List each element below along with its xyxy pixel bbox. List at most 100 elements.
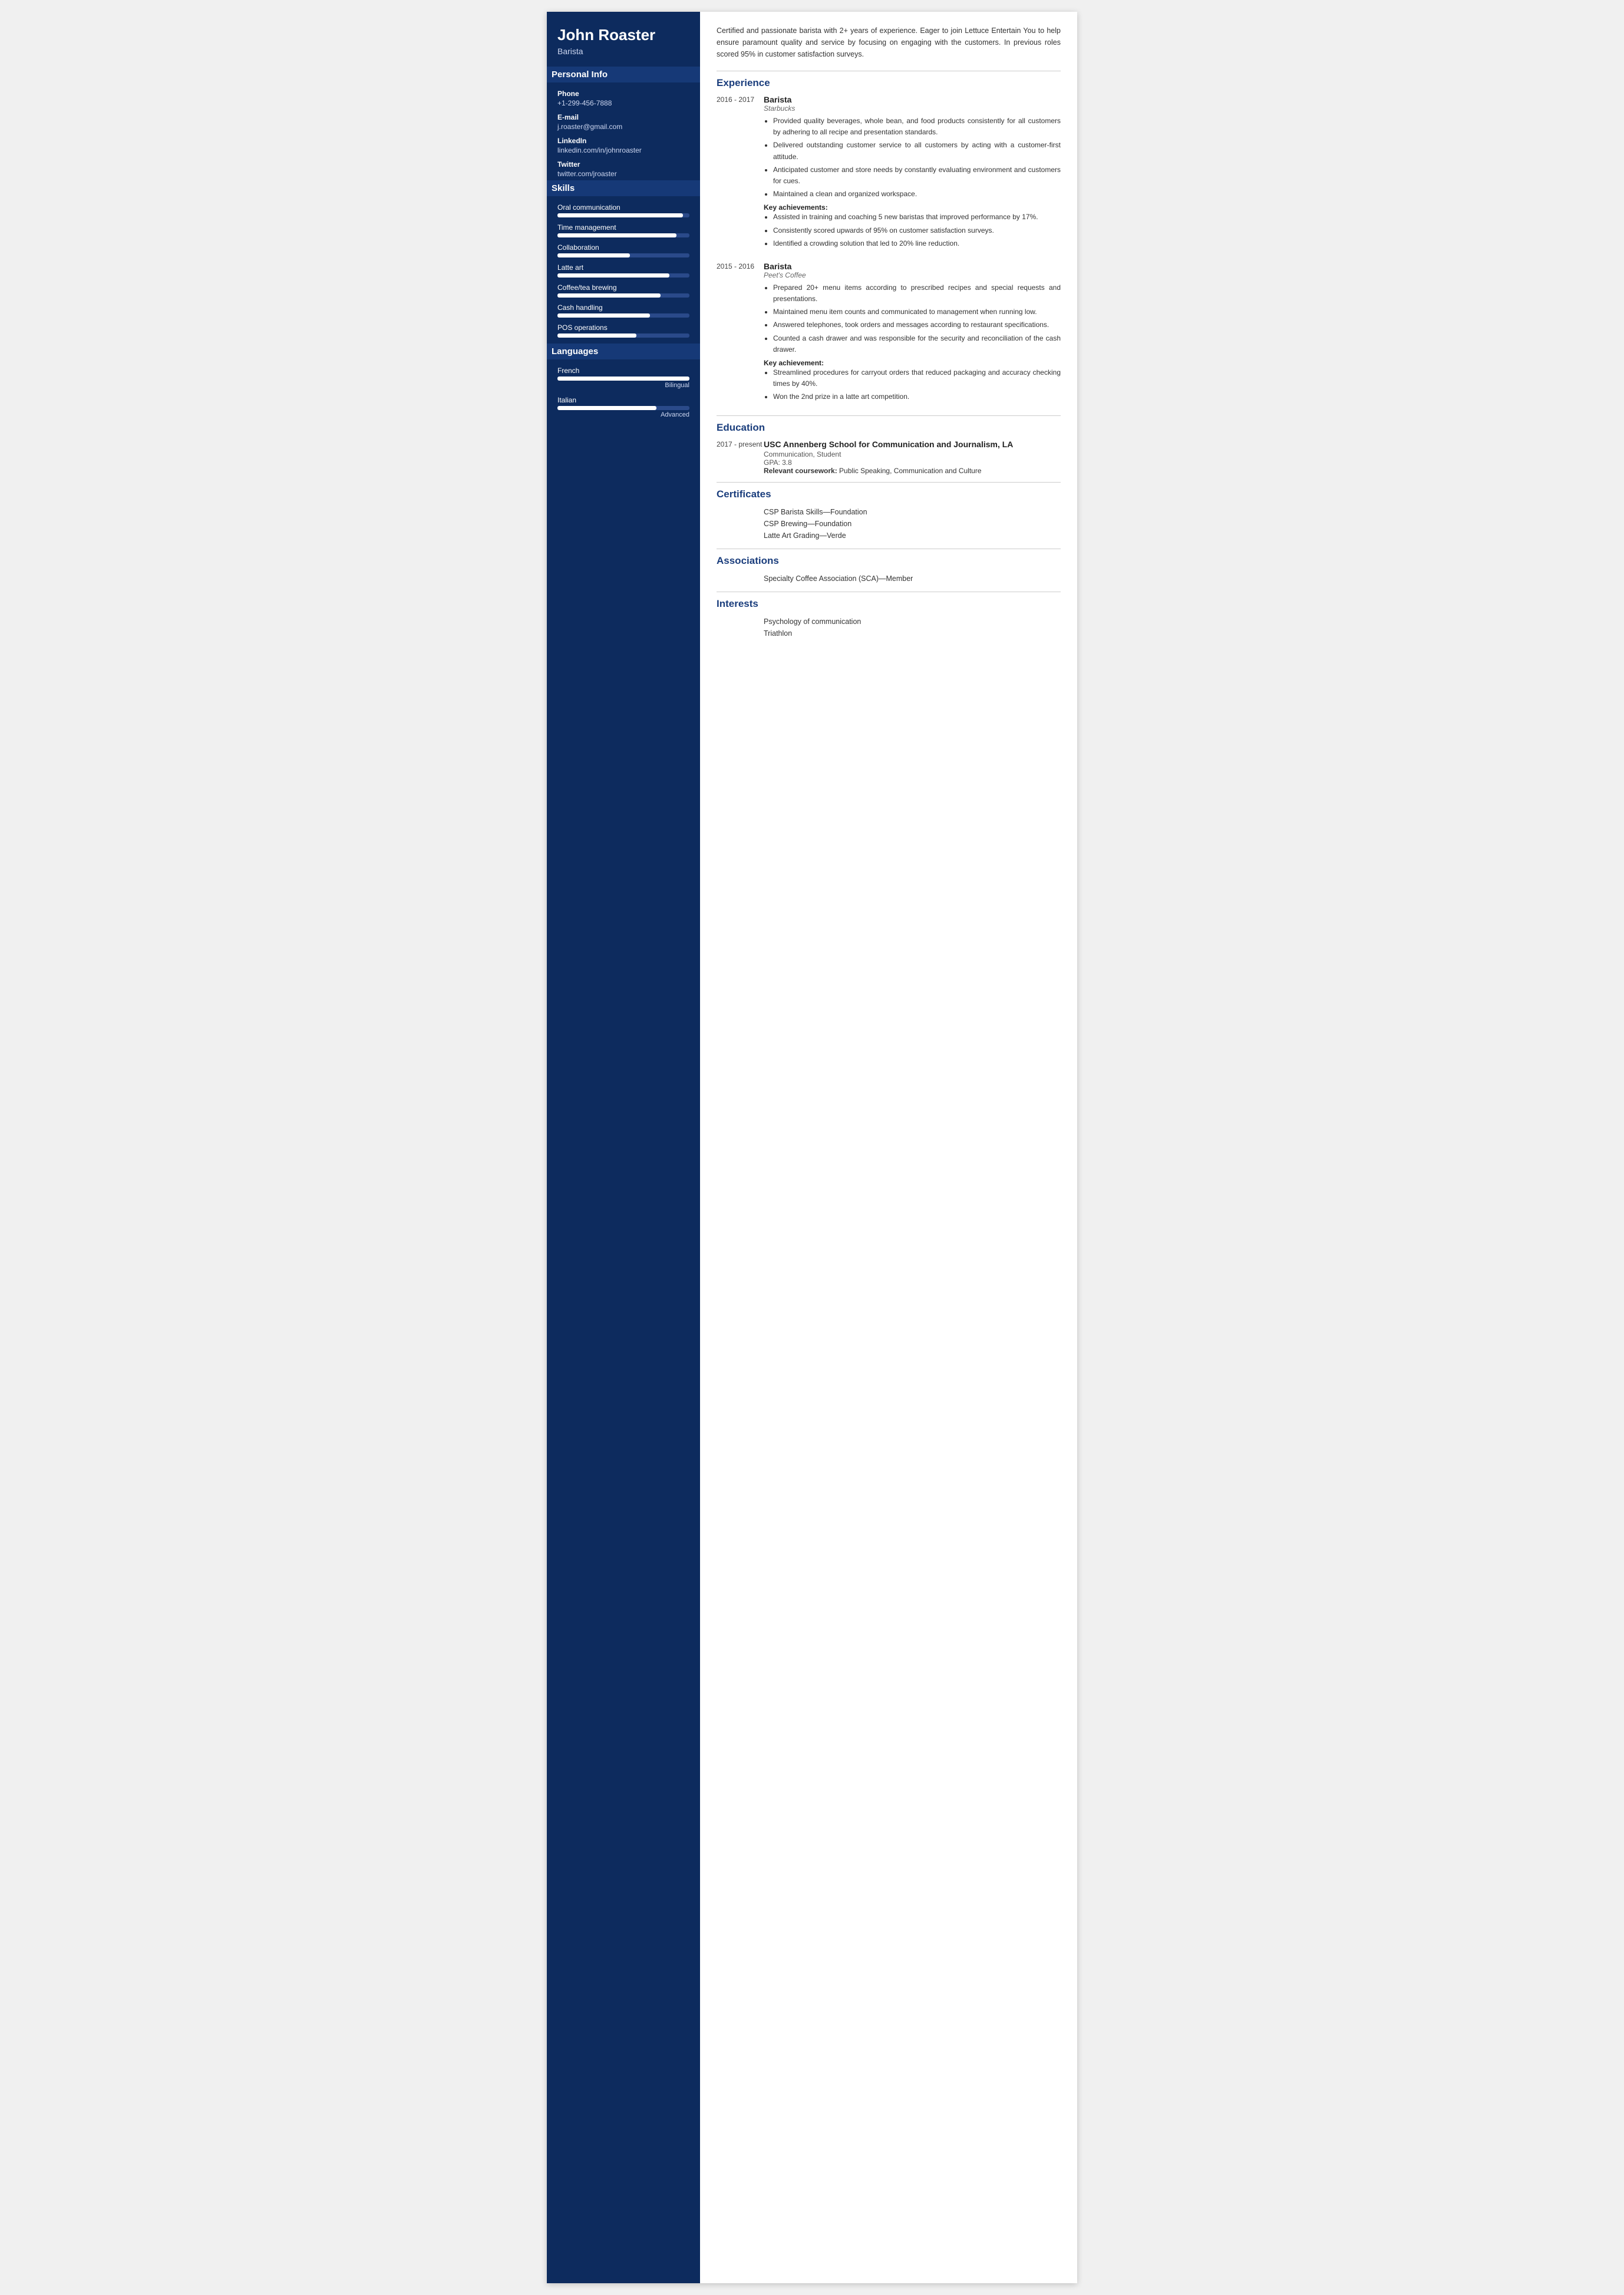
edu-degree: Communication, Student xyxy=(764,450,1061,458)
personal-info-section-title: Personal Info xyxy=(547,67,700,82)
skill-item: Coffee/tea brewing xyxy=(557,283,689,298)
edu-content: USC Annenberg School for Communication a… xyxy=(764,440,1061,475)
exp-dates: 2015 - 2016 xyxy=(717,262,764,405)
certificate-item: CSP Brewing—Foundation xyxy=(717,518,1061,530)
exp-bullet: Provided quality beverages, whole bean, … xyxy=(773,115,1061,138)
education-row: 2017 - present USC Annenberg School for … xyxy=(717,440,1061,475)
divider-education xyxy=(717,415,1061,416)
exp-achievement-title: Key achievements: xyxy=(764,203,1061,212)
exp-bullet: Prepared 20+ menu items according to pre… xyxy=(773,282,1061,305)
language-level: Bilingual xyxy=(557,382,689,389)
exp-bullets-list: Provided quality beverages, whole bean, … xyxy=(773,115,1061,200)
exp-bullet: Answered telephones, took orders and mes… xyxy=(773,319,1061,331)
skill-item: Time management xyxy=(557,223,689,237)
skill-bar-fill xyxy=(557,313,650,318)
experience-row: 2015 - 2016 Barista Peet's Coffee Prepar… xyxy=(717,262,1061,405)
skill-name: Oral communication xyxy=(557,203,689,212)
languages-section-title: Languages xyxy=(547,344,700,359)
experience-row: 2016 - 2017 Barista Starbucks Provided q… xyxy=(717,95,1061,251)
certificate-item: Latte Art Grading—Verde xyxy=(717,530,1061,541)
certificates-section-title: Certificates xyxy=(717,488,1061,500)
skill-item: Collaboration xyxy=(557,243,689,257)
skill-item: Oral communication xyxy=(557,203,689,217)
contact-value: +1-299-456-7888 xyxy=(557,99,689,107)
skill-item: Cash handling xyxy=(557,303,689,318)
achievement-bullet: Identified a crowding solution that led … xyxy=(773,238,1061,249)
interests-section-title: Interests xyxy=(717,598,1061,610)
language-bar-fill xyxy=(557,377,689,381)
exp-job-title: Barista xyxy=(764,262,1061,271)
exp-bullet: Delivered outstanding customer service t… xyxy=(773,140,1061,162)
associations-list: Specialty Coffee Association (SCA)—Membe… xyxy=(717,573,1061,585)
exp-company: Peet's Coffee xyxy=(764,271,1061,279)
language-name: French xyxy=(557,366,689,375)
skill-bar-bg xyxy=(557,253,689,257)
skill-bar-bg xyxy=(557,333,689,338)
association-item: Specialty Coffee Association (SCA)—Membe… xyxy=(717,573,1061,585)
contact-list: Phone+1-299-456-7888E-mailj.roaster@gmai… xyxy=(557,90,689,178)
divider-certificates xyxy=(717,482,1061,483)
language-item: Italian Advanced xyxy=(557,396,689,418)
contact-value: j.roaster@gmail.com xyxy=(557,123,689,131)
edu-coursework: Relevant coursework: Public Speaking, Co… xyxy=(764,467,1061,475)
achievement-bullet: Consistently scored upwards of 95% on cu… xyxy=(773,225,1061,236)
interest-item: Triathlon xyxy=(717,628,1061,639)
language-level: Advanced xyxy=(557,411,689,418)
exp-bullets-list: Prepared 20+ menu items according to pre… xyxy=(773,282,1061,355)
skill-name: Latte art xyxy=(557,263,689,272)
contact-value: twitter.com/jroaster xyxy=(557,170,689,178)
skill-bar-bg xyxy=(557,313,689,318)
skill-item: Latte art xyxy=(557,263,689,278)
experience-list: 2016 - 2017 Barista Starbucks Provided q… xyxy=(717,95,1061,405)
skill-bar-fill xyxy=(557,333,636,338)
language-bar-bg xyxy=(557,377,689,381)
skill-bar-bg xyxy=(557,233,689,237)
achievement-bullets-list: Streamlined procedures for carryout orde… xyxy=(773,367,1061,403)
exp-bullet: Maintained a clean and organized workspa… xyxy=(773,189,1061,200)
skill-bar-fill xyxy=(557,213,683,217)
interests-list: Psychology of communicationTriathlon xyxy=(717,616,1061,639)
candidate-title: Barista xyxy=(557,47,689,56)
skill-name: Collaboration xyxy=(557,243,689,252)
experience-section-title: Experience xyxy=(717,77,1061,89)
skill-bar-bg xyxy=(557,213,689,217)
certificate-item: CSP Barista Skills—Foundation xyxy=(717,506,1061,518)
skills-section-title: Skills xyxy=(547,180,700,196)
exp-content: Barista Peet's Coffee Prepared 20+ menu … xyxy=(764,262,1061,405)
skill-bar-fill xyxy=(557,253,630,257)
resume-wrapper: John Roaster Barista Personal Info Phone… xyxy=(547,12,1077,2283)
coursework-label: Relevant coursework: xyxy=(764,467,837,475)
skill-bar-fill xyxy=(557,293,661,298)
exp-bullet: Maintained menu item counts and communic… xyxy=(773,306,1061,318)
skill-bar-fill xyxy=(557,273,669,278)
skill-name: Coffee/tea brewing xyxy=(557,283,689,292)
education-list: 2017 - present USC Annenberg School for … xyxy=(717,440,1061,475)
language-name: Italian xyxy=(557,396,689,404)
edu-school: USC Annenberg School for Communication a… xyxy=(764,440,1061,449)
education-section-title: Education xyxy=(717,422,1061,434)
edu-gpa: GPA: 3.8 xyxy=(764,458,1061,467)
skill-name: Time management xyxy=(557,223,689,232)
achievement-bullet: Assisted in training and coaching 5 new … xyxy=(773,212,1061,223)
exp-achievement-title: Key achievement: xyxy=(764,359,1061,367)
contact-value: linkedin.com/in/johnroaster xyxy=(557,146,689,154)
candidate-name: John Roaster xyxy=(557,26,689,44)
achievement-bullet: Won the 2nd prize in a latte art competi… xyxy=(773,391,1061,402)
language-item: French Bilingual xyxy=(557,366,689,389)
languages-list: French Bilingual Italian Advanced xyxy=(557,366,689,418)
contact-label: LinkedIn xyxy=(557,137,689,145)
contact-label: E-mail xyxy=(557,113,689,121)
exp-job-title: Barista xyxy=(764,95,1061,104)
skills-list: Oral communication Time management Colla… xyxy=(557,203,689,338)
associations-section-title: Associations xyxy=(717,555,1061,567)
exp-company: Starbucks xyxy=(764,104,1061,113)
language-bar-fill xyxy=(557,406,656,410)
exp-content: Barista Starbucks Provided quality bever… xyxy=(764,95,1061,251)
exp-dates: 2016 - 2017 xyxy=(717,95,764,251)
skill-bar-bg xyxy=(557,293,689,298)
sidebar: John Roaster Barista Personal Info Phone… xyxy=(547,12,700,2283)
achievement-bullets-list: Assisted in training and coaching 5 new … xyxy=(773,212,1061,249)
main-content: Certified and passionate barista with 2+… xyxy=(700,12,1077,2283)
skill-name: Cash handling xyxy=(557,303,689,312)
interest-item: Psychology of communication xyxy=(717,616,1061,628)
